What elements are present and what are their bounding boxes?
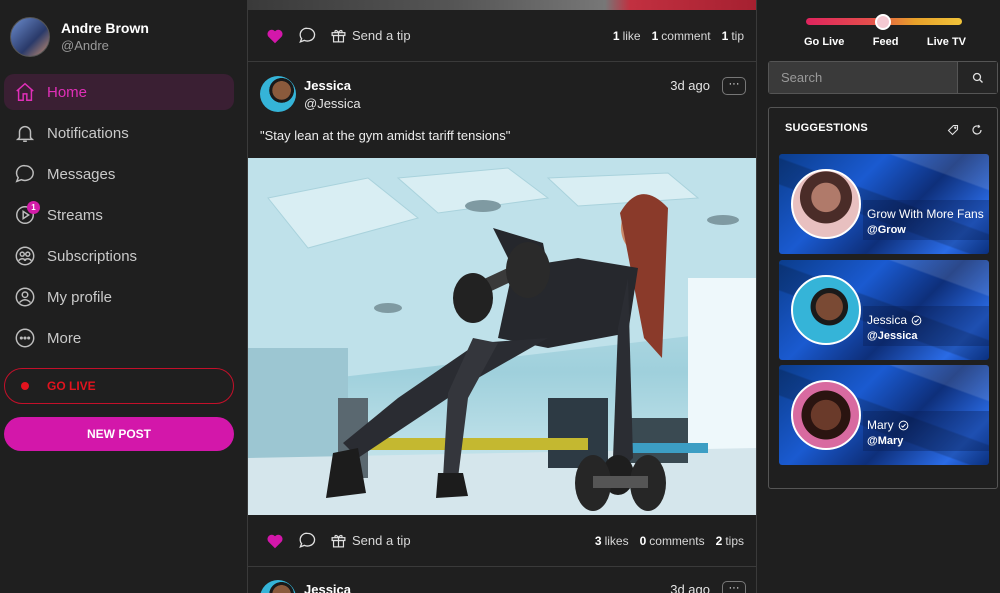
nav-item-more[interactable]: More	[4, 320, 234, 356]
post-handle[interactable]: @Jessica	[304, 96, 361, 111]
nav-item-subscriptions[interactable]: Subscriptions	[4, 238, 234, 274]
suggestion-card[interactable]: Grow With More Fans @Grow	[779, 154, 989, 254]
right-sidebar: Go Live Feed Live TV SUGGESTIONS	[757, 0, 1000, 593]
suggestion-card[interactable]: Jessica @Jessica	[779, 260, 989, 360]
post-stats: 1 like 1 comment 1 tip	[602, 29, 744, 43]
send-tip-button[interactable]: Send a tip	[330, 532, 411, 549]
suggestions-title: SUGGESTIONS	[785, 122, 868, 134]
search-input[interactable]	[769, 62, 957, 93]
post-time: 3d ago	[670, 78, 710, 93]
user-handle: @Andre	[61, 38, 109, 53]
search-icon	[972, 72, 984, 84]
nav-label: My profile	[47, 288, 113, 306]
suggestion-card[interactable]: Mary @Mary	[779, 365, 989, 465]
nav-item-streams[interactable]: 1 Streams	[4, 197, 234, 233]
tag-icon[interactable]	[947, 124, 959, 136]
nav-item-messages[interactable]: Messages	[4, 156, 234, 192]
post-author[interactable]: Jessica	[304, 78, 351, 93]
avatar	[791, 275, 861, 345]
current-user-profile[interactable]: Andre Brown @Andre	[10, 17, 149, 57]
comments-count[interactable]: 0 comments	[640, 534, 705, 548]
nav-item-my-profile[interactable]: My profile	[4, 279, 234, 315]
post-image[interactable]	[248, 158, 756, 515]
verified-icon	[911, 315, 922, 326]
post-author[interactable]: Jessica	[304, 582, 351, 593]
avatar	[791, 169, 861, 239]
post-more-button[interactable]: ···	[722, 77, 746, 95]
nav-item-home[interactable]: Home	[4, 74, 234, 110]
heart-icon[interactable]	[264, 25, 286, 47]
post-text: "Stay lean at the gym amidst tariff tens…	[260, 128, 511, 143]
send-tip-button[interactable]: Send a tip	[330, 27, 411, 44]
likes-count[interactable]: 1 like	[613, 29, 641, 43]
go-live-button[interactable]: GO LIVE	[4, 368, 234, 404]
suggestion-name: Mary	[867, 418, 909, 432]
mode-feed[interactable]: Feed	[873, 36, 899, 48]
nav-label: Subscriptions	[47, 247, 138, 265]
user-circle-icon	[14, 286, 36, 308]
avatar[interactable]	[10, 17, 50, 57]
comment-icon[interactable]	[296, 530, 318, 552]
nav-label: Messages	[47, 165, 116, 183]
post-time: 3d ago	[670, 582, 710, 593]
post-action-bar: Send a tip 1 like 1 comment 1 tip	[248, 10, 756, 62]
send-tip-label: Send a tip	[352, 28, 411, 43]
comments-count[interactable]: 1 comment	[652, 29, 711, 43]
tips-count[interactable]: 2 tips	[716, 534, 744, 548]
users-icon	[14, 245, 36, 267]
streams-badge: 1	[27, 201, 40, 214]
send-tip-label: Send a tip	[352, 533, 411, 548]
suggestion-name: Jessica	[867, 313, 922, 327]
suggestions-panel: SUGGESTIONS Grow With More Fans @Grow Je…	[768, 107, 998, 489]
search-bar	[768, 61, 998, 94]
left-sidebar: Andre Brown @Andre Home Notifications Me…	[0, 0, 248, 593]
post-header: Jessica @Jessica 3d ago ···	[260, 74, 746, 118]
suggestion-handle: @Grow	[867, 224, 906, 236]
verified-icon	[898, 420, 909, 431]
heart-icon[interactable]	[264, 530, 286, 552]
go-live-label: GO LIVE	[47, 379, 96, 393]
app-root: Andre Brown @Andre Home Notifications Me…	[0, 0, 1000, 593]
suggestion-handle: @Jessica	[867, 330, 918, 342]
nav-label: Streams	[47, 206, 103, 224]
refresh-icon[interactable]	[971, 124, 983, 136]
post-more-button[interactable]: ···	[722, 581, 746, 593]
new-post-button[interactable]: NEW POST	[4, 417, 234, 451]
home-icon	[14, 81, 36, 103]
gym-photo	[248, 158, 756, 515]
chat-bubble-icon	[14, 163, 36, 185]
suggestion-name: Grow With More Fans	[867, 207, 984, 221]
suggestion-handle: @Mary	[867, 435, 904, 447]
previous-post-image[interactable]	[248, 0, 756, 10]
gift-icon	[330, 27, 347, 44]
main-nav: Home Notifications Messages 1 Streams Su…	[4, 74, 234, 361]
more-dots-icon	[14, 327, 36, 349]
gift-icon	[330, 532, 347, 549]
feed: Send a tip 1 like 1 comment 1 tip Jessica @…	[247, 0, 757, 593]
nav-label: Home	[47, 83, 88, 101]
search-button[interactable]	[957, 62, 997, 93]
tips-count[interactable]: 1 tip	[722, 29, 744, 43]
nav-item-notifications[interactable]: Notifications	[4, 115, 234, 151]
play-icon: 1	[14, 201, 40, 226]
post-header: Jessica 3d ago ···	[260, 578, 746, 593]
post-stats: 3 likes 0 comments 2 tips	[584, 534, 744, 548]
nav-label: More	[47, 329, 82, 347]
avatar[interactable]	[260, 580, 296, 593]
live-dot-icon	[21, 382, 29, 390]
user-name: Andre Brown	[61, 20, 149, 36]
mode-switch-knob[interactable]	[875, 14, 891, 30]
mode-switch[interactable]: Go Live Feed Live TV	[804, 14, 966, 54]
nav-label: Notifications	[47, 124, 129, 142]
avatar[interactable]	[260, 76, 296, 112]
mode-go-live[interactable]: Go Live	[804, 36, 844, 48]
bell-icon	[14, 122, 36, 144]
likes-count[interactable]: 3 likes	[595, 534, 629, 548]
post-action-bar: Send a tip 3 likes 0 comments 2 tips	[248, 515, 756, 567]
mode-live-tv[interactable]: Live TV	[927, 36, 966, 48]
comment-icon[interactable]	[296, 25, 318, 47]
avatar	[791, 380, 861, 450]
